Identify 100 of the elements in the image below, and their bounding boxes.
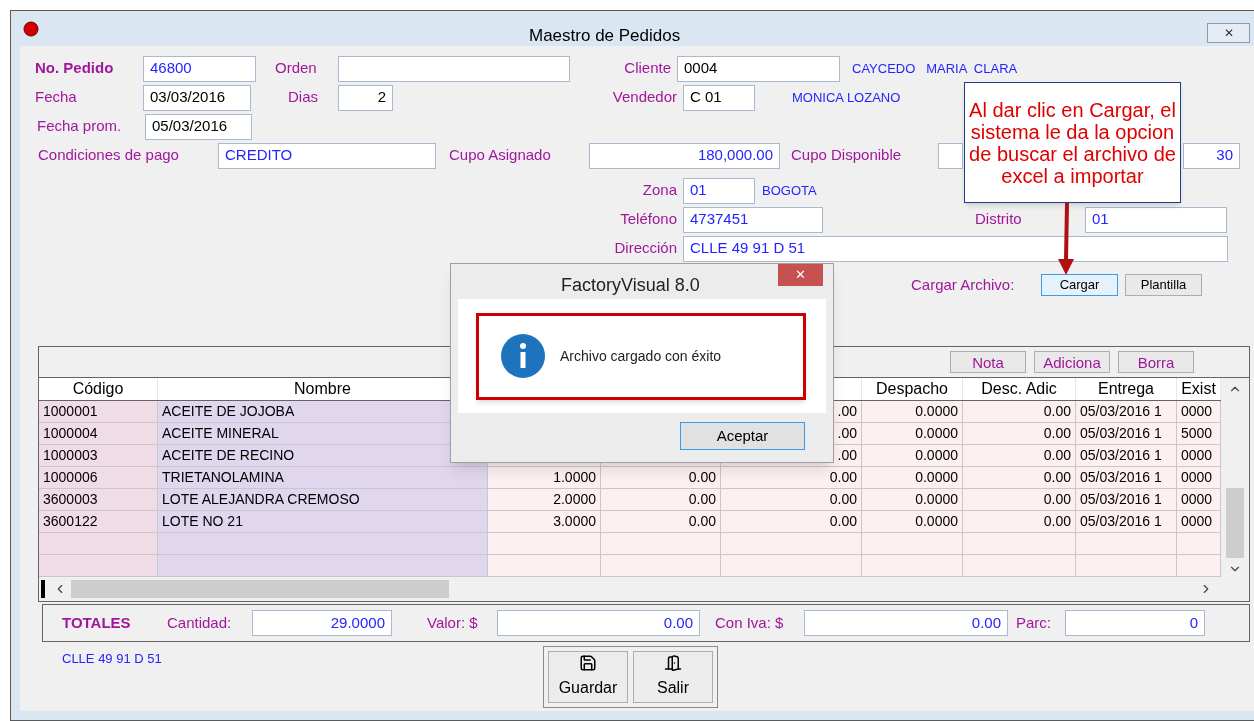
input-field[interactable]: 0004 [677,55,840,82]
input-field[interactable]: 30 [1183,142,1240,169]
table-cell: 0.0000 [862,511,963,532]
table-cell: 0.00 [601,511,721,532]
table-cell: TRIETANOLAMINA [158,467,488,488]
toolbar-button[interactable]: Plantilla [1125,274,1202,296]
input-field[interactable]: 29.0000 [252,610,392,636]
input-field[interactable]: 03/03/2016 [143,84,251,111]
table-cell: 0000 [1177,511,1221,532]
field-label: Cupo Asignado [449,146,551,164]
accept-button[interactable]: Aceptar [680,422,805,450]
scrollbar-thumb[interactable] [1226,488,1244,558]
table-cell: 0.00 [721,467,862,488]
field-label: Zona [642,181,677,199]
field-label: Orden [275,59,317,77]
table-cell: 0.00 [963,489,1076,510]
table-cell: 0000 [1177,401,1221,422]
table-cell: 3600003 [39,489,158,510]
input-field[interactable]: 0 [1065,610,1205,636]
field-label: Cargar Archivo: [911,275,1015,293]
name-text: BOGOTA [762,181,817,200]
input-field[interactable]: C 01 [683,84,755,111]
door-icon [664,654,682,672]
table-cell: LOTE ALEJANDRA CREMOSO [158,489,488,510]
info-icon [501,334,545,378]
close-button[interactable]: ✕ [778,264,823,286]
grid-button[interactable]: Adiciona [1034,351,1110,373]
column-header: Código [39,378,158,400]
input-field[interactable]: 01 [1085,206,1227,233]
table-cell: 0.00 [721,511,862,532]
input-field[interactable]: CLLE 49 91 D 51 [683,235,1228,262]
column-header: Desc. Adic [963,378,1076,400]
field-label: No. Pedido [35,59,114,77]
column-header: Entrega [1076,378,1177,400]
table-cell: 3600122 [39,511,158,532]
table-cell: 0.00 [963,423,1076,444]
name-text: MONICA LOZANO [792,88,901,107]
field-label: Con Iva: $ [715,613,784,631]
field-label: Dirección [614,239,677,257]
grid-button[interactable]: Borra [1118,351,1194,373]
table-cell: 2.0000 [488,489,601,510]
action-button[interactable]: Salir [633,651,713,703]
input-field[interactable]: 05/03/2016 [145,113,252,140]
field-label: Condiciones de pago [38,146,179,164]
table-cell: 5000 [1177,423,1221,444]
close-button[interactable]: ✕ [1207,23,1250,43]
input-field[interactable] [338,55,570,82]
save-icon [579,654,597,672]
input-field[interactable]: 46800 [143,55,256,82]
table-cell: 05/03/2016 1 [1076,401,1177,422]
callout-text: Al dar clic en Cargar, el sistema le da la opcion de buscar el archivo de excel a importar [968,98,1177,187]
input-field[interactable]: 0.00 [497,610,700,636]
input-field[interactable]: CREDITO [218,142,436,169]
table-cell: 0.00 [963,445,1076,466]
table-cell: 05/03/2016 1 [1076,489,1177,510]
scrollbar-thumb[interactable] [71,580,449,598]
table-cell: 0.0000 [862,445,963,466]
table-cell: 1000003 [39,445,158,466]
table-cell: 0.00 [963,511,1076,532]
field-label: Cupo Disponible [791,146,902,164]
app-icon [23,20,39,37]
table-cell: LOTE NO 21 [158,511,488,532]
input-field[interactable]: 4737451 [683,206,823,233]
field-label: Cliente [624,59,671,77]
field-label: Fecha prom. [37,117,122,135]
name-text: CLLE 49 91 D 51 [62,651,162,666]
pointer-arrow [1056,203,1076,275]
window-title: Maestro de Pedidos [529,25,681,47]
table-cell: 0.00 [963,401,1076,422]
table-cell: 1000006 [39,467,158,488]
table-cell: 0.00 [601,467,721,488]
input-field[interactable]: 180,000.00 [589,142,780,169]
table-cell: 0.00 [963,467,1076,488]
grid-button[interactable]: Nota [950,351,1026,373]
action-button[interactable]: Guardar [548,651,628,703]
table-cell: 0.0000 [862,401,963,422]
totals-title: TOTALES [62,612,132,633]
table-cell: 0.00 [601,489,721,510]
field-label: Distrito [975,210,1022,228]
table-cell: 0000 [1177,445,1221,466]
field-label: Fecha [35,88,77,106]
table-cell: 0.00 [721,489,862,510]
name-text: CAYCEDO MARIA CLARA [852,59,1018,78]
table-cell: ACEITE DE RECINO [158,445,488,466]
table-cell: 05/03/2016 1 [1076,467,1177,488]
toolbar-button[interactable]: Cargar [1041,274,1118,296]
table-cell: 1000001 [39,401,158,422]
table-cell: 0.0000 [862,467,963,488]
input-field[interactable]: 0.00 [804,610,1008,636]
field-label: Teléfono [620,210,677,228]
dialog-message: Archivo cargado con éxito [560,346,722,366]
table-cell: 0.0000 [862,423,963,444]
table-cell: 1.0000 [488,467,601,488]
field-label: Parc: [1016,613,1051,631]
input-field[interactable]: 2 [338,84,393,111]
table-cell: 3.0000 [488,511,601,532]
field-label: Dias [288,88,318,106]
input-field[interactable]: 01 [683,177,755,204]
field-label: Valor: $ [427,613,478,631]
input-field[interactable] [938,142,963,169]
